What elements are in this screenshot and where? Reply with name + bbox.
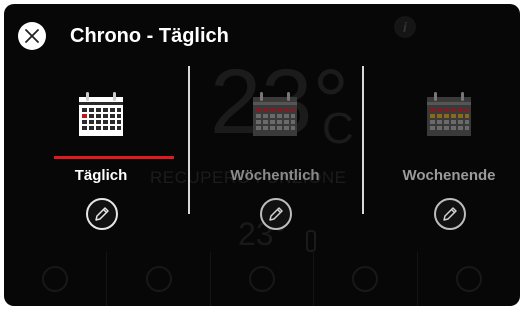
mode-label: Täglich — [74, 167, 128, 184]
edit-icon — [209, 252, 313, 306]
selected-indicator — [54, 156, 174, 159]
edit-daily-button[interactable] — [86, 198, 118, 230]
chrono-screen: 23° C RECUPERO FUNZIONE 23° i Chrono - T… — [4, 4, 520, 306]
edit-weekend-button[interactable] — [434, 198, 466, 230]
pencil-icon — [95, 207, 109, 221]
page-title: Chrono - Täglich — [70, 25, 229, 47]
close-icon — [25, 29, 39, 43]
alert-icon — [313, 252, 416, 306]
mode-label: Wöchentlich — [230, 167, 320, 184]
fan-icon — [106, 252, 209, 306]
edit-weekly-button[interactable] — [260, 198, 292, 230]
calendar-icon — [79, 92, 123, 136]
close-button[interactable] — [18, 22, 46, 50]
mode-label: Wochenende — [402, 167, 496, 184]
mode-weekend[interactable]: Wochenende — [364, 86, 520, 236]
pencil-icon — [269, 207, 283, 221]
info-icon: i — [394, 16, 416, 38]
background-bottom-bar — [4, 252, 520, 306]
power-icon — [4, 252, 106, 306]
calendar-icon — [253, 92, 297, 136]
pencil-icon — [443, 207, 457, 221]
mode-daily[interactable]: Täglich — [16, 86, 186, 236]
warning-icon — [416, 252, 520, 306]
calendar-icon — [427, 92, 471, 136]
mode-weekly[interactable]: Wöchentlich — [190, 86, 360, 236]
